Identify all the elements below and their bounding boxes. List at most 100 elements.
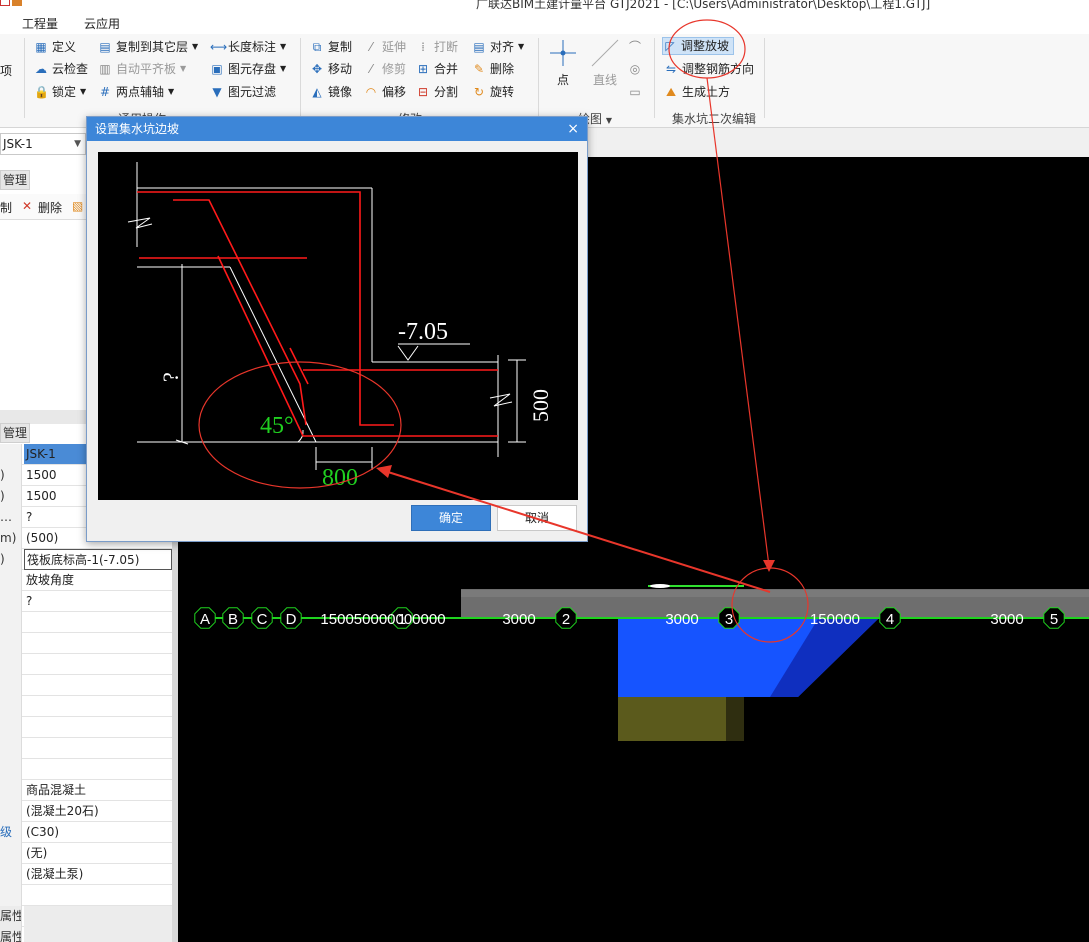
define-button[interactable]: ▦ 定义	[34, 38, 76, 56]
trim-button[interactable]: ⁄ 修剪	[364, 60, 406, 78]
property-row[interactable]: 放坡角度	[0, 570, 172, 591]
tab-property-manage[interactable]: 管理	[0, 423, 30, 443]
delete-button[interactable]: ✎ 删除	[472, 60, 514, 78]
property-row[interactable]	[0, 738, 172, 759]
delete-component-button[interactable]: 删除	[38, 199, 62, 216]
slope-icon: ◸	[665, 39, 675, 53]
ok-button[interactable]: 确定	[411, 505, 491, 531]
property-value[interactable]	[24, 675, 172, 696]
rect-tool-button[interactable]: ▭	[628, 83, 642, 101]
more-icon[interactable]: ▧	[72, 199, 83, 213]
property-row[interactable]	[0, 885, 172, 906]
property-row[interactable]	[0, 654, 172, 675]
property-value[interactable]	[24, 759, 172, 780]
extend-button[interactable]: ⁄ 延伸	[364, 38, 406, 56]
align-button[interactable]: ▤ 对齐 ▼	[472, 38, 524, 56]
property-key	[0, 570, 22, 591]
merge-button[interactable]: ⊞ 合并	[416, 60, 458, 78]
split-button[interactable]: ⊟ 分割	[416, 83, 458, 101]
break-button[interactable]: ⁞ 打断	[416, 38, 458, 56]
property-row[interactable]: 属性	[0, 927, 172, 942]
property-value[interactable]	[24, 654, 172, 675]
property-value[interactable]: ?	[24, 591, 172, 612]
property-row[interactable]	[0, 633, 172, 654]
circle-icon: ◎	[629, 62, 641, 76]
property-key: 级	[0, 822, 22, 843]
adjust-rebar-direction-button[interactable]: ⇋ 调整钢筋方向	[664, 60, 754, 78]
property-row[interactable]	[0, 696, 172, 717]
property-value[interactable]	[24, 612, 172, 633]
quick-access-icon[interactable]	[0, 0, 10, 6]
property-value[interactable]: 商品混凝土	[24, 780, 172, 801]
move-button[interactable]: ✥ 移动	[310, 60, 352, 78]
axis-number-marker: 3	[725, 611, 733, 628]
property-value[interactable]	[24, 696, 172, 717]
quick-access-menu-icon[interactable]	[12, 0, 22, 6]
move-icon: ✥	[311, 62, 323, 76]
property-value[interactable]: (混凝土泵)	[24, 864, 172, 885]
property-value[interactable]	[24, 717, 172, 738]
dimension-label: 3000	[990, 611, 1023, 628]
property-key: 属性	[0, 927, 22, 942]
cancel-button[interactable]: 取消	[497, 505, 577, 531]
element-save-button[interactable]: ▣ 图元存盘 ▼	[210, 60, 286, 78]
lock-button[interactable]: 🔒 锁定 ▼	[34, 83, 86, 101]
dialog-title: 设置集水坑边坡 ×	[87, 117, 587, 141]
property-key: m)	[0, 528, 22, 549]
property-value[interactable]	[24, 906, 172, 927]
property-row[interactable]: ) 筏板底标高-1(-7.05)	[0, 549, 172, 570]
property-row[interactable]: 商品混凝土	[0, 780, 172, 801]
auto-align-slab-button[interactable]: ▥ 自动平齐板 ▼	[98, 60, 186, 78]
property-value[interactable]: (无)	[24, 843, 172, 864]
menu-tab-cloud[interactable]: 云应用	[84, 15, 120, 32]
ribbon: 项 ▦ 定义 ☁ 云检查 🔒 锁定 ▼ ▤ 复制到其它层 ▼ ▥ 自动平齐板 ▼ # 两点辅轴 ▼ …	[0, 34, 1089, 128]
cloud-icon: ☁	[35, 62, 47, 76]
menu-tab-quantity[interactable]: 工程量	[22, 15, 58, 32]
cloud-check-button[interactable]: ☁ 云检查	[34, 60, 88, 78]
axis-letter-marker: A	[200, 611, 210, 628]
close-icon[interactable]: ×	[567, 117, 579, 141]
property-row[interactable]: 级 (C30)	[0, 822, 172, 843]
element-filter-button[interactable]: ▼ 图元过滤	[210, 83, 276, 101]
property-row[interactable]	[0, 759, 172, 780]
circle-tool-button[interactable]: ◎	[628, 60, 642, 78]
copy-button[interactable]: ⧉ 复制	[310, 38, 352, 56]
property-row[interactable]	[0, 717, 172, 738]
draw-line-button[interactable]: 直线	[588, 38, 622, 88]
set-pit-slope-dialog: 设置集水坑边坡 × -7.05 45° 800 500 ? 确定 取消	[86, 116, 588, 542]
property-row[interactable]: (无)	[0, 843, 172, 864]
property-value[interactable]: (混凝土20石)	[24, 801, 172, 822]
arc-tool-button[interactable]: ⌒	[628, 38, 642, 56]
property-value[interactable]: (C30)	[24, 822, 172, 843]
length-dimension-button[interactable]: ⟷ 长度标注 ▼	[210, 38, 286, 56]
mirror-icon: ◭	[312, 85, 322, 99]
adjust-slope-button[interactable]: ◸ 调整放坡	[662, 37, 735, 55]
mirror-button[interactable]: ◭ 镜像	[310, 83, 352, 101]
property-row[interactable]: (混凝土20石)	[0, 801, 172, 822]
copy-component-button[interactable]: 制	[0, 199, 12, 216]
viewport-toolbar-strip	[586, 128, 1089, 157]
two-point-axis-button[interactable]: # 两点辅轴 ▼	[98, 83, 174, 101]
dimension-icon: ⟷	[210, 40, 228, 54]
property-row[interactable]: ?	[0, 591, 172, 612]
property-row[interactable]: (混凝土泵)	[0, 864, 172, 885]
property-value[interactable]	[24, 633, 172, 654]
property-value[interactable]	[24, 738, 172, 759]
property-value[interactable]: 放坡角度	[24, 570, 172, 591]
property-value[interactable]	[24, 885, 172, 906]
property-row[interactable]	[0, 612, 172, 633]
draw-point-button[interactable]: 点	[548, 38, 578, 88]
dimension-label: 150050000000000	[320, 611, 445, 628]
property-row[interactable]	[0, 675, 172, 696]
axis-icon: #	[99, 85, 111, 99]
offset-button[interactable]: ◠ 偏移	[364, 83, 406, 101]
copy-to-floor-button[interactable]: ▤ 复制到其它层 ▼	[98, 38, 198, 56]
rotate-button[interactable]: ↻ 旋转	[472, 83, 514, 101]
tab-component-manage[interactable]: 管理	[0, 170, 30, 190]
property-value[interactable]: 筏板底标高-1(-7.05)	[24, 549, 172, 570]
element-combo[interactable]: JSK-1 ▼	[0, 133, 86, 155]
property-row[interactable]: 属性	[0, 906, 172, 927]
generate-earthwork-button[interactable]: ⛰ 生成土方	[664, 83, 730, 101]
slope-diagram-drawing: -7.05 45° 800 500 ?	[127, 162, 553, 491]
property-value[interactable]	[24, 927, 172, 942]
